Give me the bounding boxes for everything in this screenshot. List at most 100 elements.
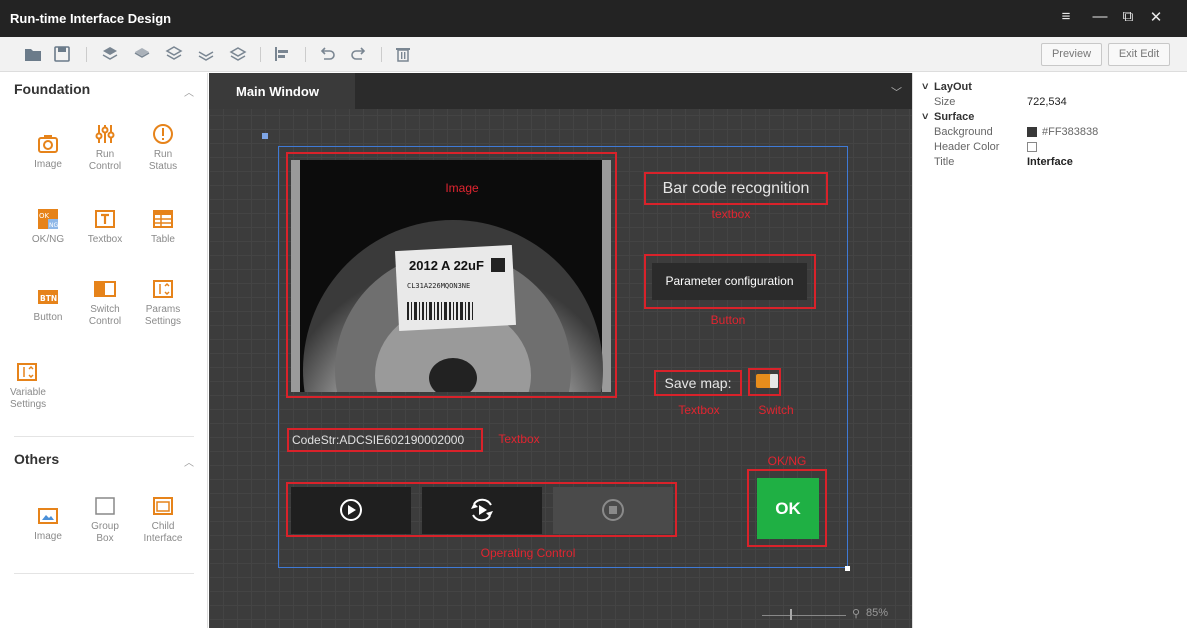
tool-label: Image [34, 159, 62, 170]
align-icon[interactable] [273, 45, 291, 63]
toolbar-separator [305, 47, 306, 62]
svg-text:NG: NG [49, 222, 58, 229]
layer-up-icon[interactable] [101, 45, 119, 63]
tab-main-window[interactable]: Main Window [209, 73, 355, 109]
tool-label: Button [33, 312, 63, 323]
tool-group-box[interactable]: Group Box [75, 495, 135, 545]
tool-label: Textbox [87, 234, 123, 245]
tool-run-status[interactable]: Run Status [133, 123, 193, 173]
divider [14, 573, 194, 574]
minimize-icon[interactable]: — [1089, 8, 1111, 25]
tool-image-other[interactable]: Image [18, 505, 78, 543]
close-icon[interactable]: ✕ [1145, 8, 1167, 26]
textbox-icon [95, 210, 115, 228]
stop-circle-icon [602, 499, 624, 521]
layout-section-title[interactable]: LayOut [934, 81, 972, 93]
save-icon[interactable] [53, 45, 71, 63]
code-string-textbox[interactable]: CodeStr:ADCSIE602190002000 [287, 428, 483, 452]
zoom-slider-track[interactable] [762, 615, 846, 616]
restore-icon[interactable]: ⧉ [1117, 8, 1139, 25]
tool-child-interface[interactable]: Child Interface [133, 495, 193, 545]
variable-icon [17, 363, 37, 381]
tool-image[interactable]: Image [18, 133, 78, 171]
layout-chevron-icon[interactable]: ˅ [922, 81, 928, 93]
picture-icon [38, 508, 58, 524]
resize-handle[interactable] [262, 133, 268, 139]
tool-table[interactable]: Table [133, 208, 193, 246]
background-swatch[interactable] [1027, 127, 1037, 137]
tool-label: Switch Control [88, 304, 122, 327]
stack-icon[interactable] [229, 45, 247, 63]
tool-label: Run Status [148, 149, 178, 172]
button-annotation: Button [710, 313, 746, 327]
header-color-swatch[interactable] [1027, 142, 1037, 152]
collapse-chevron-icon[interactable]: ︿ [184, 454, 194, 469]
reel-label-text: 2012 A 22uF [409, 258, 484, 273]
run-once-icon [471, 498, 493, 522]
switch-knob [770, 374, 778, 388]
divider [14, 436, 194, 437]
parameter-configuration-button[interactable]: Parameter configuration [652, 263, 807, 300]
tool-params-settings[interactable]: Params Settings [133, 278, 193, 328]
background-value[interactable]: #FF383838 [1042, 126, 1098, 138]
tool-label: Variable Settings [10, 387, 47, 410]
savemap-textbox[interactable]: Save map: [654, 370, 742, 396]
stop-button[interactable] [553, 487, 673, 534]
surface-section-title[interactable]: Surface [934, 111, 974, 123]
run-once-button[interactable] [422, 487, 542, 534]
open-folder-icon[interactable] [24, 45, 42, 63]
tool-switch-control[interactable]: Switch Control [75, 278, 135, 328]
play-circle-icon [340, 499, 362, 521]
exit-edit-button[interactable]: Exit Edit [1108, 43, 1170, 66]
redo-icon[interactable] [350, 45, 368, 63]
collapse-chevron-icon[interactable]: ︿ [184, 84, 194, 99]
ok-status-tile: OK [757, 478, 819, 539]
background-label: Background [934, 126, 993, 138]
surface-chevron-icon[interactable]: ˅ [922, 111, 928, 123]
sliders-icon [95, 125, 115, 143]
foundation-header[interactable]: Foundation [14, 81, 90, 97]
run-button[interactable] [291, 487, 411, 534]
zoom-slider-thumb[interactable] [790, 609, 792, 620]
svg-text:BTN: BTN [40, 294, 57, 303]
tool-textbox[interactable]: Textbox [75, 208, 135, 246]
menu-icon[interactable]: ≡ [1055, 8, 1077, 25]
tool-okng[interactable]: OK NG OK/NG [18, 208, 78, 246]
title-bar: Run-time Interface Design ≡ — ⧉ ✕ [0, 0, 1187, 37]
tool-label: Run Control [88, 149, 122, 172]
toolbar: Preview Exit Edit [0, 37, 1187, 72]
table-icon [153, 210, 173, 228]
camera-icon [38, 135, 58, 153]
tool-label: Group Box [91, 521, 119, 544]
delete-icon[interactable] [394, 45, 412, 63]
preview-button[interactable]: Preview [1041, 43, 1102, 66]
bring-front-icon[interactable] [165, 45, 183, 63]
title-value[interactable]: Interface [1027, 156, 1073, 168]
window-title: Run-time Interface Design [10, 11, 172, 26]
layer-down-icon[interactable] [133, 45, 151, 63]
size-label: Size [934, 96, 956, 108]
resize-handle[interactable] [845, 566, 850, 571]
button-icon: BTN [38, 290, 58, 304]
tool-label: Child Interface [143, 521, 183, 544]
tool-variable-settings[interactable]: Variable Settings [10, 361, 54, 411]
alert-circle-icon [153, 124, 173, 144]
chevron-down-icon[interactable]: ﹀ [891, 84, 902, 100]
component-panel: Foundation ︿ Image Run Control Run Statu… [0, 73, 208, 628]
tool-run-control[interactable]: Run Control [75, 123, 135, 173]
size-value[interactable]: 722,534 [1027, 96, 1067, 108]
toolbar-separator [381, 47, 382, 62]
save-map-switch[interactable] [756, 374, 778, 388]
send-back-icon[interactable] [197, 45, 215, 63]
image-annotation: Image [445, 181, 479, 195]
others-header[interactable]: Others [14, 451, 59, 467]
tool-button[interactable]: BTN Button [18, 286, 78, 324]
switch-icon [94, 281, 116, 297]
title-textbox[interactable]: Bar code recognition [644, 172, 828, 205]
okng-annotation: OK/NG [767, 454, 807, 468]
group-box-icon [95, 497, 115, 515]
undo-icon[interactable] [318, 45, 336, 63]
tool-label: Table [151, 234, 175, 245]
textbox-annotation: textbox [711, 207, 751, 221]
operating-control-annotation: Operating Control [480, 546, 576, 560]
